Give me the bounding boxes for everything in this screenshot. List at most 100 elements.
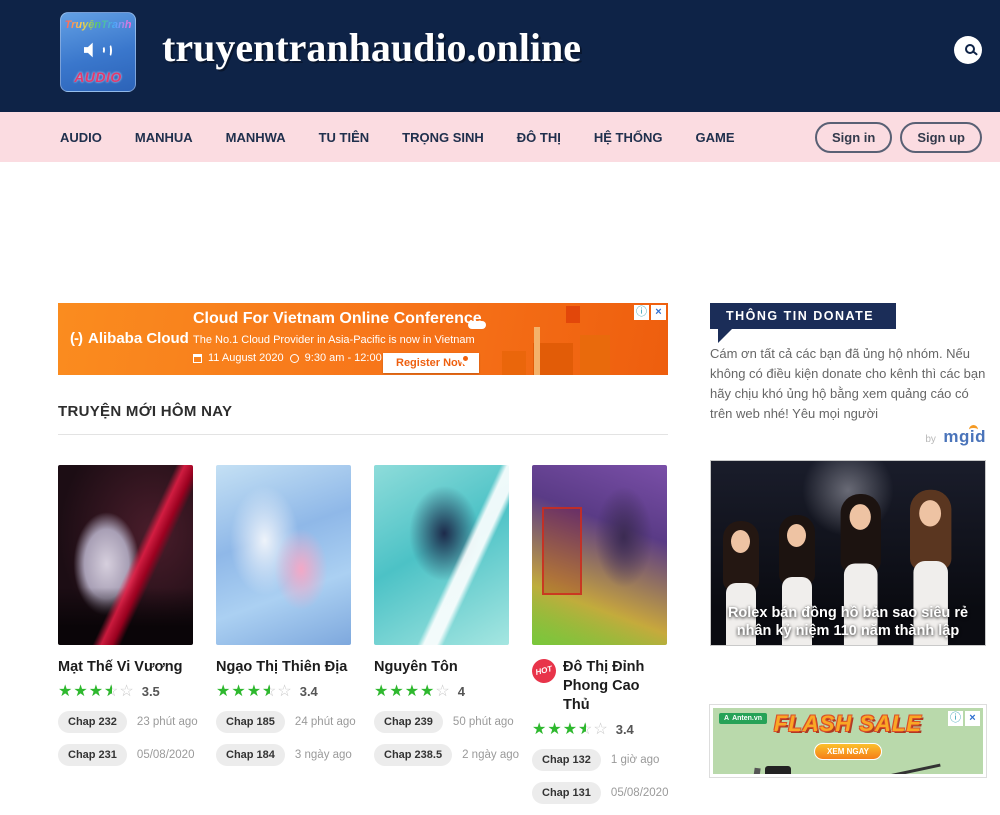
- star-rating: ★★★★☆: [374, 684, 451, 700]
- tower-illustration: [534, 327, 540, 375]
- search-icon: [965, 44, 975, 54]
- ad-title: Cloud For Vietnam Online Conference: [193, 310, 482, 328]
- star-empty-icon: ☆: [593, 722, 608, 738]
- rating-row: ★★★☆★☆ 3.4: [216, 684, 351, 700]
- ad-info-icon[interactable]: ⓘ: [948, 711, 963, 726]
- native-ad[interactable]: Rolex bán đồng hồ bản sao siêu rẻ nhân k…: [710, 460, 986, 646]
- alibaba-logo-icon: (-): [70, 330, 82, 347]
- star-empty-icon: ☆: [119, 684, 134, 700]
- site-title[interactable]: truyentranhaudio.online: [162, 24, 581, 71]
- chapter-button[interactable]: Chap 131: [532, 782, 601, 804]
- chapter-button[interactable]: Chap 132: [532, 749, 601, 771]
- comic-cover[interactable]: [532, 465, 667, 645]
- chapter-button[interactable]: Chap 232: [58, 711, 127, 733]
- comic-card: HOT Đô Thị Đỉnh Phong Cao Thủ ★★★☆★☆ 3.4…: [532, 465, 667, 815]
- comic-title[interactable]: HOT Đô Thị Đỉnh Phong Cao Thủ: [532, 658, 667, 715]
- star-full-icon: ★: [89, 684, 104, 700]
- nav-item--o-thi[interactable]: ĐÔ THỊ: [517, 130, 561, 145]
- hot-badge: HOT: [529, 656, 558, 685]
- rating-value: 3.4: [300, 684, 318, 699]
- alibaba-cloud-logo: (-) Alibaba Cloud: [70, 330, 189, 347]
- comic-title[interactable]: Nguyên Tôn: [374, 658, 509, 677]
- alibaba-ad-banner[interactable]: (-) Alibaba Cloud Cloud For Vietnam Onli…: [58, 303, 668, 375]
- chapter-time: 05/08/2020: [611, 787, 669, 799]
- comic-card: Ngạo Thị Thiên Địa ★★★☆★☆ 3.4 Chap 185 2…: [216, 465, 351, 815]
- chapter-button[interactable]: Chap 185: [216, 711, 285, 733]
- ad-date: 11 August 2020: [208, 352, 284, 364]
- star-full-icon: ★: [420, 684, 435, 700]
- chapter-time: 1 giờ ago: [611, 754, 659, 766]
- star-full-icon: ★: [58, 684, 73, 700]
- star-full-icon: ★: [231, 684, 246, 700]
- chapter-button[interactable]: Chap 238.5: [374, 744, 452, 766]
- ad-info-icon[interactable]: ⓘ: [634, 305, 649, 320]
- nav-item-tu-tien[interactable]: TU TIÊN: [319, 130, 370, 145]
- comic-cover[interactable]: [216, 465, 351, 645]
- chapter-button[interactable]: Chap 231: [58, 744, 127, 766]
- star-half-icon: ☆★: [262, 684, 277, 700]
- comic-cover[interactable]: [374, 465, 509, 645]
- comic-title[interactable]: Mạt Thế Vi Vương: [58, 658, 193, 677]
- star-full-icon: ★: [547, 722, 562, 738]
- mgid-attribution[interactable]: by mgid: [710, 427, 986, 447]
- sign-in-button[interactable]: Sign in: [815, 122, 892, 153]
- donate-banner-title: THÔNG TIN DONATE: [710, 303, 896, 329]
- rating-row: ★★★★☆ 4: [374, 684, 509, 700]
- nav-item-trong-sinh[interactable]: TRỌNG SINH: [402, 130, 484, 145]
- star-full-icon: ★: [532, 722, 547, 738]
- chapter-row: Chap 184 3 ngày ago: [216, 744, 351, 766]
- donate-text: Cám ơn tất cả các bạn đã ủng hộ nhóm. Nế…: [710, 344, 990, 425]
- ad-close-icon[interactable]: ×: [651, 305, 666, 320]
- chapter-time: 3 ngày ago: [295, 749, 352, 761]
- star-half-icon: ☆★: [104, 684, 119, 700]
- star-rating: ★★★☆★☆: [532, 722, 609, 738]
- star-full-icon: ★: [216, 684, 231, 700]
- nav-item-audio[interactable]: AUDIO: [60, 130, 102, 145]
- chapter-time: 2 ngày ago: [462, 749, 519, 761]
- chapter-row: Chap 185 24 phút ago: [216, 711, 351, 733]
- nav-item-game[interactable]: GAME: [695, 130, 734, 145]
- comic-title[interactable]: Ngạo Thị Thiên Địa: [216, 658, 351, 677]
- microphone-illustration: [751, 768, 760, 777]
- flash-sale-ad[interactable]: A Anten.vn FLASH SALE XEM NGAY ⓘ ×: [710, 705, 986, 777]
- calendar-icon: [193, 354, 202, 363]
- cloud-illustration: [468, 321, 486, 329]
- rating-row: ★★★☆★☆ 3.4: [532, 722, 667, 738]
- comic-cover[interactable]: [58, 465, 193, 645]
- chapter-list: Chap 132 1 giờ ago Chap 131 05/08/2020: [532, 749, 667, 804]
- star-half-icon: ☆★: [578, 722, 593, 738]
- chapter-button[interactable]: Chap 184: [216, 744, 285, 766]
- section-divider: [58, 434, 668, 435]
- chapter-time: 50 phút ago: [453, 716, 514, 728]
- chapter-list: Chap 232 23 phút ago Chap 231 05/08/2020: [58, 711, 193, 766]
- building-illustration: [580, 335, 610, 375]
- nav-item-manhua[interactable]: MANHUA: [135, 130, 193, 145]
- main-nav: AUDIO MANHUA MANHWA TU TIÊN TRỌNG SINH ĐÔ THỊ…: [0, 112, 1000, 162]
- native-ad-caption: Rolex bán đồng hồ bản sao siêu rẻ nhân k…: [722, 604, 974, 640]
- xem-ngay-button[interactable]: XEM NGAY: [814, 743, 882, 760]
- star-full-icon: ★: [389, 684, 404, 700]
- site-header: TruyệnTranh AUDIO truyentranhaudio.onlin…: [0, 0, 1000, 112]
- product-illustration: [765, 766, 791, 777]
- flash-sale-title: FLASH SALE: [713, 711, 983, 737]
- ad-close-icon[interactable]: ×: [965, 711, 980, 726]
- rating-value: 3.5: [142, 684, 160, 699]
- ad-subtitle: The No.1 Cloud Provider in Asia-Pacific …: [193, 334, 475, 346]
- star-full-icon: ★: [563, 722, 578, 738]
- rating-value: 3.4: [616, 722, 634, 737]
- ad-controls: ⓘ ×: [634, 305, 666, 320]
- nav-item-manhwa[interactable]: MANHWA: [226, 130, 286, 145]
- logo-text-top: TruyệnTranh: [65, 19, 132, 31]
- chapter-button[interactable]: Chap 239: [374, 711, 443, 733]
- mgid-by-label: by: [925, 434, 936, 445]
- chapter-row: Chap 231 05/08/2020: [58, 744, 193, 766]
- search-button[interactable]: [954, 36, 982, 64]
- sign-up-button[interactable]: Sign up: [900, 122, 982, 153]
- chapter-list: Chap 185 24 phút ago Chap 184 3 ngày ago: [216, 711, 351, 766]
- star-rating: ★★★☆★☆: [58, 684, 135, 700]
- nav-item-he-thong[interactable]: HỆ THỐNG: [594, 130, 663, 145]
- chapter-list: Chap 239 50 phút ago Chap 238.5 2 ngày a…: [374, 711, 509, 766]
- rating-value: 4: [458, 684, 465, 699]
- chapter-row: Chap 232 23 phút ago: [58, 711, 193, 733]
- site-logo[interactable]: TruyệnTranh AUDIO: [60, 12, 136, 92]
